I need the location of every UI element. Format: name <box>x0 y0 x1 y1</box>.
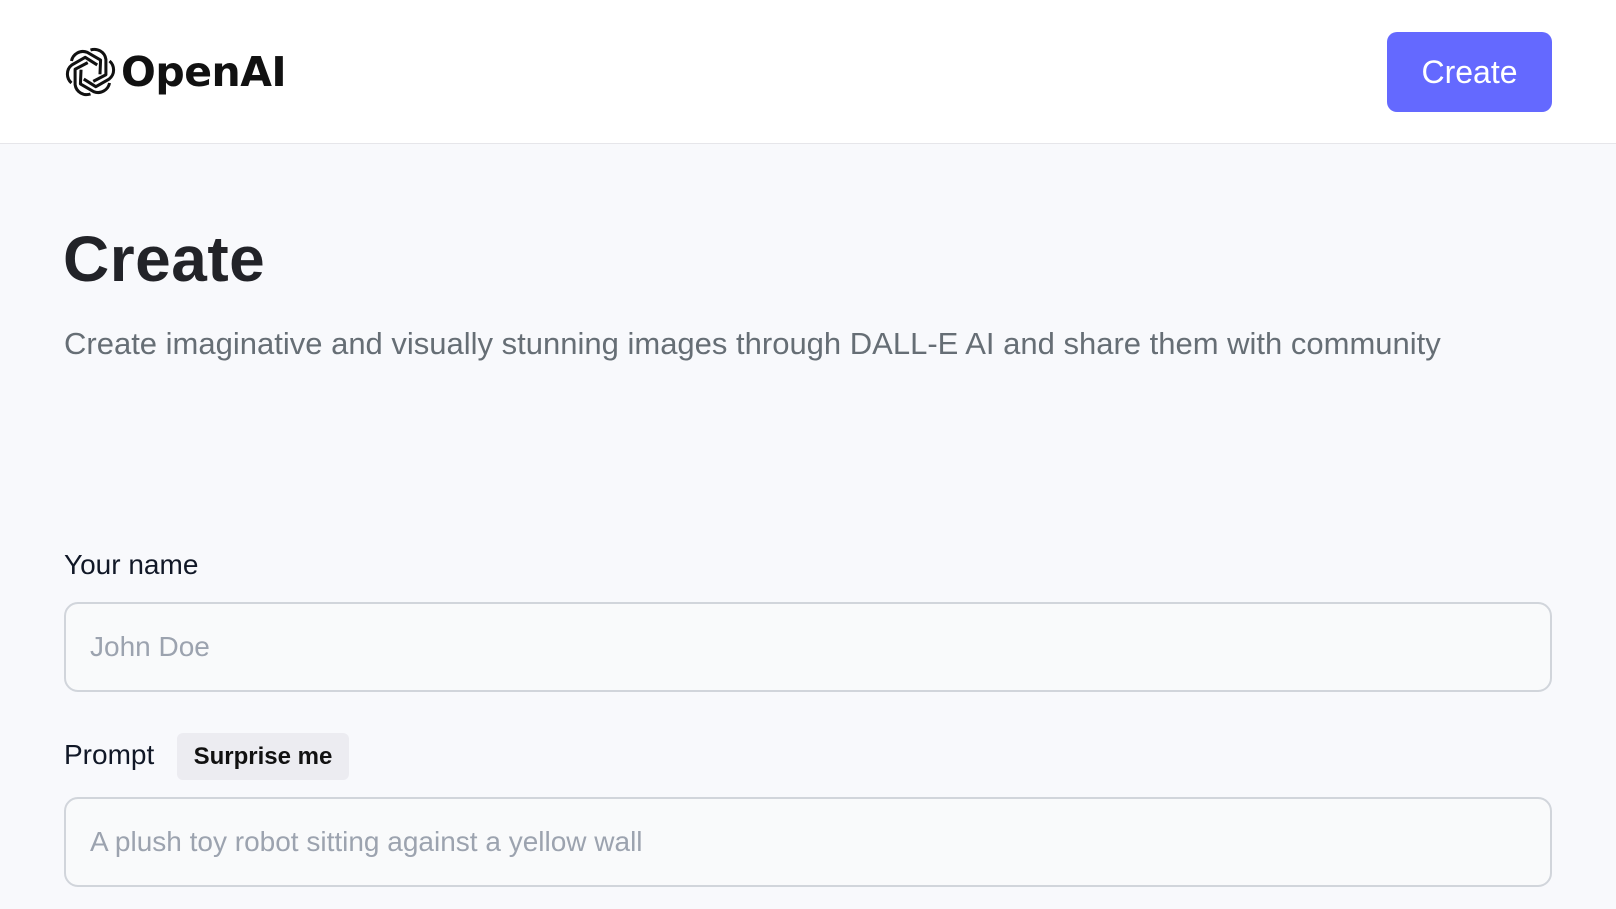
name-field-label: Your name <box>64 549 199 580</box>
page-subtitle: Create imaginative and visually stunning… <box>64 326 1441 361</box>
prompt-input[interactable] <box>64 797 1552 887</box>
openai-logo-icon <box>65 47 116 97</box>
openai-logo-link[interactable]: OpenAI <box>63 42 287 102</box>
prompt-field-label: Prompt <box>64 739 155 770</box>
surprise-me-button[interactable]: Surprise me <box>177 733 349 780</box>
top-header: OpenAI Create <box>0 0 1616 144</box>
create-button[interactable]: Create <box>1387 32 1552 112</box>
page-title: Create <box>63 223 266 295</box>
name-input[interactable] <box>64 602 1552 692</box>
logo-text: OpenAI <box>121 48 287 96</box>
